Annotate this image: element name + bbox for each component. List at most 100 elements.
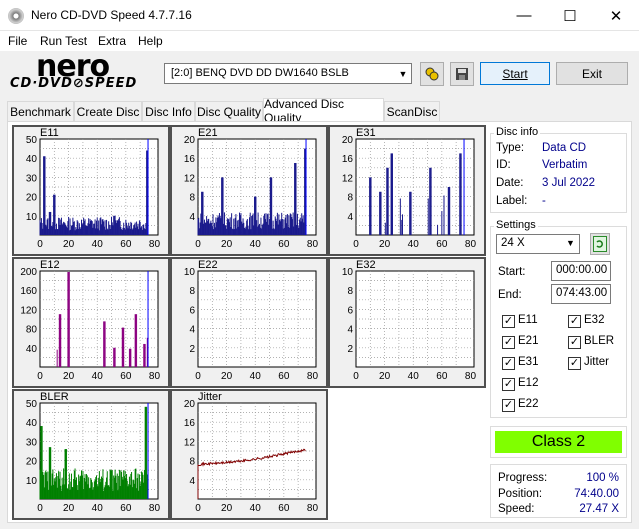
close-icon[interactable]: ✕ [593,0,639,31]
y-tick-label: 20 [184,135,196,146]
drive-select[interactable]: [2:0] BENQ DVD DD DW1640 BSLB [164,63,412,84]
x-tick-label: 40 [408,371,420,382]
y-tick-label: 200 [20,267,37,278]
menu-help[interactable]: Help [138,34,163,48]
e31-checkbox-label: E31 [518,356,539,368]
exit-button[interactable]: Exit [556,62,628,85]
y-tick-label: 40 [26,154,38,165]
start-label: Start: [498,266,526,278]
chart-title: E11 [40,127,59,139]
y-tick-label: 16 [184,154,196,165]
e12-checkbox-label: E12 [518,377,539,389]
start-button-label: Start [502,66,528,81]
e32-checkbox[interactable]: ✓ [568,315,581,328]
y-tick-label: 4 [189,325,195,336]
y-tick-label: 20 [184,399,196,410]
chart-bler: 10 20 30 40 50 0 20 40 60 80 BLER [12,389,170,520]
disc-label-value: - [542,195,546,207]
y-tick-label: 16 [184,418,196,429]
y-tick-label: 120 [20,305,37,316]
maximize-icon[interactable]: ☐ [547,0,593,31]
position-label: Position: [498,488,543,500]
y-tick-label: 20 [26,193,38,204]
y-tick-label: 10 [26,212,38,223]
y-tick-label: 10 [184,267,196,278]
disc-class-badge: Class 2 [495,431,622,453]
e21-checkbox-label: E21 [518,335,539,347]
x-tick-label: 80 [465,371,477,382]
y-tick-label: 8 [347,286,353,297]
tab-create-disc[interactable]: Create Disc [74,101,142,121]
y-tick-label: 4 [347,212,353,223]
e11-checkbox[interactable]: ✓ [502,315,515,328]
y-tick-label: 8 [189,193,195,204]
tab-advanced-disc-quality[interactable]: Advanced Disc Quality [263,97,384,125]
chart-title: E22 [198,259,218,271]
speed-value: 27.47 X [579,503,619,515]
e22-checkbox[interactable]: ✓ [502,399,515,412]
y-tick-label: 12 [342,173,354,184]
x-tick-label: 20 [63,503,75,514]
tab-disc-info[interactable]: Disc Info [142,101,195,121]
start-button[interactable]: Start [480,62,550,85]
drive-eject-icon [425,67,439,81]
y-tick-label: 4 [189,212,195,223]
date-label: Date: [496,177,524,189]
drive-info-button[interactable] [420,62,444,86]
y-tick-label: 2 [189,344,195,355]
end-time-field[interactable]: 074:43.00 [551,284,611,304]
bler-checkbox[interactable]: ✓ [568,336,581,349]
chart-e21: 4 8 12 16 20 0 20 40 60 80 E21 [170,125,328,256]
e31-checkbox[interactable]: ✓ [502,357,515,370]
settings-heading: Settings [494,219,538,231]
disc-date-value: 3 Jul 2022 [542,177,596,189]
x-tick-label: 0 [353,371,359,382]
e22-checkbox-label: E22 [518,398,539,410]
jitter-checkbox[interactable]: ✓ [568,357,581,370]
x-tick-label: 40 [92,503,104,514]
id-label: ID: [496,159,511,171]
chart-title: E32 [356,259,376,271]
x-tick-label: 20 [379,239,391,250]
x-tick-label: 0 [195,503,201,514]
y-tick-label: 4 [347,325,353,336]
disc-info-heading: Disc info [494,126,541,138]
x-tick-label: 40 [250,503,262,514]
y-tick-label: 8 [189,457,195,468]
tab-benchmark[interactable]: Benchmark [7,101,74,121]
tab-scandisc[interactable]: ScanDisc [384,101,440,121]
y-tick-label: 30 [26,437,38,448]
progress-label: Progress: [498,472,548,484]
x-tick-label: 60 [278,239,290,250]
refresh-button[interactable] [590,233,610,255]
menu-run-test[interactable]: Run Test [40,34,87,48]
app-disc-icon [8,8,24,24]
start-time-field[interactable]: 000:00.00 [551,261,611,281]
e21-checkbox[interactable]: ✓ [502,336,515,349]
x-tick-label: 60 [278,503,290,514]
y-tick-label: 16 [342,154,354,165]
menu-file[interactable]: File [8,34,27,48]
minimize-icon[interactable]: — [501,0,547,31]
e12-checkbox[interactable]: ✓ [502,378,515,391]
x-tick-label: 0 [37,239,43,250]
chart-e22: 2 4 6 8 10 0 20 40 60 80 E22 [170,257,328,388]
y-tick-label: 12 [184,437,196,448]
menu-extra[interactable]: Extra [98,34,126,48]
chart-e31: 4 8 12 16 20 0 20 40 60 80 E31 [328,125,486,256]
tab-disc-quality[interactable]: Disc Quality [195,101,263,121]
x-tick-label: 80 [307,371,319,382]
y-tick-label: 2 [347,344,353,355]
y-tick-label: 40 [26,344,38,355]
chart-title: E12 [40,259,60,271]
speed-label: Speed: [498,503,535,515]
x-tick-label: 80 [307,239,319,250]
chart-e32: 2 4 6 8 10 0 20 40 60 80 E32 [328,257,486,388]
save-button[interactable] [450,62,474,86]
x-tick-label: 80 [465,239,477,250]
y-tick-label: 6 [347,305,353,316]
x-tick-label: 40 [408,239,420,250]
chevron-down-icon[interactable]: ▼ [394,63,412,84]
refresh-icon [593,236,607,252]
chevron-down-icon[interactable]: ▼ [566,238,575,248]
